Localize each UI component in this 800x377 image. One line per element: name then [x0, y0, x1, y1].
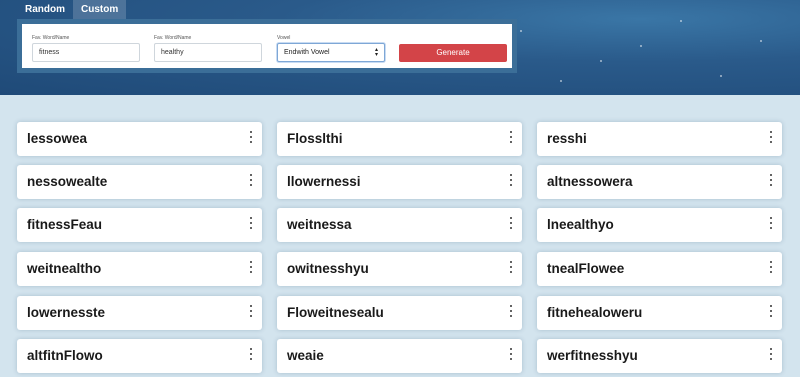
- more-options-icon[interactable]: [508, 217, 514, 229]
- more-options-icon[interactable]: [768, 217, 774, 229]
- more-options-icon[interactable]: [248, 131, 254, 143]
- tab-custom[interactable]: Custom: [73, 0, 127, 19]
- result-name: owitnesshyu: [287, 261, 369, 276]
- more-options-icon[interactable]: [768, 305, 774, 317]
- result-card[interactable]: tnealFlowee: [537, 252, 782, 286]
- result-card[interactable]: nessowealte: [17, 165, 262, 199]
- generate-button[interactable]: Generate: [399, 44, 507, 62]
- custom-form: Fav. Word/Name fitness Fav. Word/Name he…: [22, 24, 512, 68]
- more-options-icon[interactable]: [508, 261, 514, 273]
- more-options-icon[interactable]: [768, 261, 774, 273]
- result-card[interactable]: owitnesshyu: [277, 252, 522, 286]
- result-card[interactable]: weaie: [277, 339, 522, 373]
- result-card[interactable]: lneealthyo: [537, 208, 782, 242]
- result-card[interactable]: altfitnFlowo: [17, 339, 262, 373]
- result-name: lowernesste: [27, 305, 106, 320]
- result-name: weaie: [287, 348, 324, 363]
- more-options-icon[interactable]: [508, 131, 514, 143]
- result-name: weitnealtho: [27, 261, 102, 276]
- fav-word-label-2: Fav. Word/Name: [154, 35, 192, 41]
- result-name: altnessowera: [547, 174, 633, 189]
- result-name: fitnehealoweru: [547, 305, 643, 320]
- more-options-icon[interactable]: [768, 174, 774, 186]
- result-name: werfitnesshyu: [547, 348, 638, 363]
- result-card[interactable]: werfitnesshyu: [537, 339, 782, 373]
- result-name: Floweitnesealu: [287, 305, 384, 320]
- vowel-label: Vowel: [277, 35, 291, 41]
- result-name: weitnessa: [287, 217, 352, 232]
- more-options-icon[interactable]: [508, 348, 514, 360]
- custom-form-panel: Fav. Word/Name fitness Fav. Word/Name he…: [17, 19, 517, 73]
- result-name: altfitnFlowo: [27, 348, 103, 363]
- fav-word-input-1[interactable]: fitness: [32, 43, 140, 62]
- more-options-icon[interactable]: [248, 348, 254, 360]
- tab-random[interactable]: Random: [17, 0, 73, 19]
- more-options-icon[interactable]: [248, 217, 254, 229]
- more-options-icon[interactable]: [508, 174, 514, 186]
- result-card[interactable]: resshi: [537, 122, 782, 156]
- result-card[interactable]: lowernesste: [17, 296, 262, 330]
- result-card[interactable]: llowernessi: [277, 165, 522, 199]
- result-card[interactable]: weitnealtho: [17, 252, 262, 286]
- result-card[interactable]: fitnessFeau: [17, 208, 262, 242]
- result-name: llowernessi: [287, 174, 361, 189]
- header-banner: Random Custom Fav. Word/Name fitness Fav…: [0, 0, 800, 95]
- fav-word-input-2[interactable]: healthy: [154, 43, 262, 62]
- more-options-icon[interactable]: [248, 174, 254, 186]
- result-card[interactable]: Floweitnesealu: [277, 296, 522, 330]
- more-options-icon[interactable]: [248, 261, 254, 273]
- fav-word-label-1: Fav. Word/Name: [32, 35, 70, 41]
- result-card[interactable]: fitnehealoweru: [537, 296, 782, 330]
- more-options-icon[interactable]: [768, 131, 774, 143]
- more-options-icon[interactable]: [768, 348, 774, 360]
- result-name: tnealFlowee: [547, 261, 625, 276]
- result-name: Flosslthi: [287, 131, 343, 146]
- result-name: lneealthyo: [547, 217, 614, 232]
- result-name: fitnessFeau: [27, 217, 103, 232]
- result-name: resshi: [547, 131, 587, 146]
- result-card[interactable]: Flosslthi: [277, 122, 522, 156]
- result-name: nessowealte: [27, 174, 108, 189]
- more-options-icon[interactable]: [508, 305, 514, 317]
- select-arrows-icon: ▴ ▾: [374, 46, 378, 58]
- vowel-select-value: Endwith Vowel: [284, 49, 330, 56]
- more-options-icon[interactable]: [248, 305, 254, 317]
- mode-tabs: Random Custom: [17, 0, 127, 19]
- result-name: lessowea: [27, 131, 88, 146]
- result-card[interactable]: altnessowera: [537, 165, 782, 199]
- vowel-select[interactable]: Endwith Vowel ▴ ▾: [277, 43, 385, 62]
- result-card[interactable]: lessowea: [17, 122, 262, 156]
- result-card[interactable]: weitnessa: [277, 208, 522, 242]
